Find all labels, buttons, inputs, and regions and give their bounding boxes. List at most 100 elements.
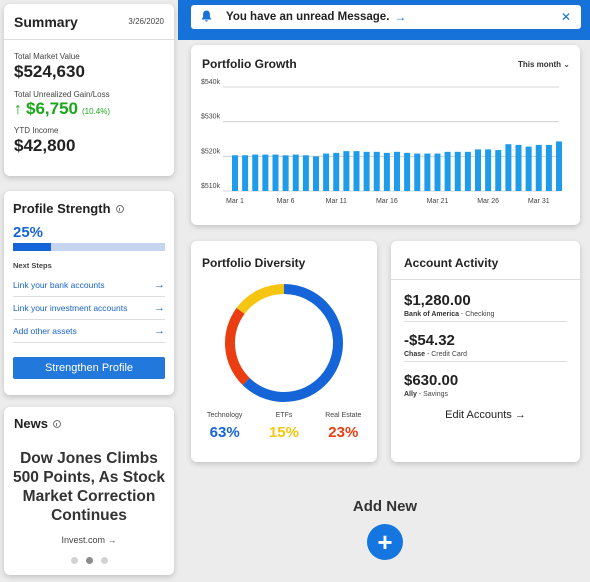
donut-slice-technology[interactable] xyxy=(242,284,343,402)
x-tick-label: Mar 31 xyxy=(528,198,550,205)
growth-bar[interactable] xyxy=(302,155,309,191)
growth-bar[interactable] xyxy=(545,144,552,191)
total-market-value-label: Total Market Value xyxy=(14,52,80,61)
growth-bar[interactable] xyxy=(424,153,431,191)
activity-title: Account Activity xyxy=(391,241,580,280)
carousel-dot-active[interactable] xyxy=(85,557,93,564)
activity-item[interactable]: -$54.32 Chase - Credit Card xyxy=(391,322,580,362)
news-card: News Dow Jones Climbs 500 Points, As Sto… xyxy=(4,407,174,575)
profile-title: Profile Strength xyxy=(13,201,111,216)
step-link-bank-accounts[interactable]: Link your bank accounts → xyxy=(13,274,165,297)
legend-name: Technology xyxy=(206,412,243,419)
growth-bar[interactable] xyxy=(454,151,461,191)
chevron-down-icon: ⌄ xyxy=(563,59,570,69)
growth-bar[interactable] xyxy=(333,152,340,191)
summary-card: Summary 3/26/2020 Total Market Value $52… xyxy=(4,4,174,176)
arrow-right-icon[interactable]: → xyxy=(394,10,406,24)
activity-account: Chase - Credit Card xyxy=(404,351,567,362)
growth-bar[interactable] xyxy=(495,150,502,191)
legend-value: 63% xyxy=(209,424,240,441)
growth-bar[interactable] xyxy=(383,152,390,191)
legend-name: Real Estate xyxy=(325,412,362,419)
growth-bar[interactable] xyxy=(242,155,249,191)
message-text: You have an unread Message. xyxy=(226,11,390,23)
activity-source: Chase xyxy=(404,351,426,358)
message-banner[interactable]: You have an unread Message. → ✕ xyxy=(191,5,581,29)
growth-bar[interactable] xyxy=(475,149,481,191)
donut-slice-real-estate[interactable] xyxy=(225,307,250,386)
add-new-label: Add New xyxy=(352,498,418,515)
profile-progress-bar xyxy=(13,243,165,251)
info-icon[interactable] xyxy=(115,204,124,213)
growth-bar[interactable] xyxy=(394,151,400,191)
portfolio-diversity-card: Portfolio Diversity Technology 63% ETFs … xyxy=(191,241,377,462)
close-icon[interactable]: ✕ xyxy=(561,10,571,24)
news-headline[interactable]: Dow Jones Climbs 500 Points, As Stock Ma… xyxy=(4,431,174,525)
step-add-other-assets[interactable]: Add other assets → xyxy=(13,320,165,343)
diversity-donut-chart xyxy=(225,284,343,402)
growth-bar[interactable] xyxy=(505,144,512,191)
x-tick-label: Mar 21 xyxy=(427,198,449,205)
activity-item[interactable]: $630.00 Ally - Savings xyxy=(391,362,580,401)
carousel-dot[interactable] xyxy=(100,557,108,564)
growth-bar[interactable] xyxy=(525,146,532,191)
growth-bar[interactable] xyxy=(313,156,319,191)
legend-technology: Technology 63% xyxy=(195,412,254,441)
news-source-link[interactable]: Invest.com → xyxy=(4,535,174,545)
diversity-title: Portfolio Diversity xyxy=(202,256,306,270)
growth-bar[interactable] xyxy=(272,154,279,191)
period-label: This month xyxy=(517,59,562,69)
activity-item[interactable]: $1,280.00 Bank of America - Checking xyxy=(391,280,580,322)
diversity-legend: Technology 63% ETFs 15% Real Estate 23% xyxy=(191,412,377,441)
growth-bar[interactable] xyxy=(373,151,380,191)
growth-bar[interactable] xyxy=(262,154,269,191)
growth-bar[interactable] xyxy=(363,151,370,191)
growth-bar[interactable] xyxy=(232,155,238,191)
growth-bar[interactable] xyxy=(515,144,522,191)
x-tick-label: Mar 16 xyxy=(376,198,398,205)
growth-bar[interactable] xyxy=(353,151,360,191)
carousel-dots xyxy=(4,557,174,564)
x-tick-label: Mar 6 xyxy=(277,198,295,205)
growth-bar[interactable] xyxy=(323,153,330,191)
growth-bar[interactable] xyxy=(282,155,289,191)
arrow-right-icon: → xyxy=(154,302,165,314)
legend-value: 15% xyxy=(268,424,299,441)
info-icon[interactable] xyxy=(52,419,61,428)
legend-real-estate: Real Estate 23% xyxy=(314,412,373,441)
growth-bar[interactable] xyxy=(292,154,299,191)
growth-bar[interactable] xyxy=(434,153,441,191)
unrealized-gain-value: $6,750 xyxy=(26,99,78,118)
add-new-button[interactable]: + xyxy=(367,524,403,560)
profile-strength-card: Profile Strength 25% Next Steps Link you… xyxy=(4,191,174,395)
growth-bar[interactable] xyxy=(485,149,492,191)
activity-type: Credit Card xyxy=(431,351,468,358)
y-tick-label: $540k xyxy=(201,79,221,86)
growth-bar[interactable] xyxy=(444,151,451,191)
legend-value: 23% xyxy=(328,424,359,441)
summary-title: Summary xyxy=(14,13,78,30)
growth-bar[interactable] xyxy=(535,144,542,191)
portfolio-growth-card: Portfolio Growth This month ⌄ $510k $520k… xyxy=(191,45,580,225)
activity-source: Ally xyxy=(404,391,417,398)
x-tick-label: Mar 26 xyxy=(477,198,499,205)
growth-bar[interactable] xyxy=(464,151,471,191)
edit-accounts-link[interactable]: Edit Accounts → xyxy=(391,409,580,421)
activity-source: Bank of America xyxy=(404,311,459,318)
activity-amount: $630.00 xyxy=(404,372,459,389)
step-label: Link your bank accounts xyxy=(13,280,105,290)
legend-name: ETFs xyxy=(275,412,293,419)
step-link-investment-accounts[interactable]: Link your investment accounts → xyxy=(13,297,165,320)
activity-amount: $1,280.00 xyxy=(404,292,471,309)
growth-bar[interactable] xyxy=(414,153,421,191)
growth-bar[interactable] xyxy=(252,154,259,191)
summary-date: 3/26/2020 xyxy=(128,17,164,26)
growth-bar[interactable] xyxy=(556,141,562,191)
period-dropdown[interactable]: This month ⌄ xyxy=(518,60,570,69)
strengthen-profile-button[interactable]: Strengthen Profile xyxy=(13,357,165,379)
carousel-dot[interactable] xyxy=(70,557,78,564)
growth-bar[interactable] xyxy=(404,152,411,191)
donut-slice-etfs[interactable] xyxy=(236,284,285,314)
growth-bar[interactable] xyxy=(343,151,350,191)
step-label: Link your investment accounts xyxy=(13,303,128,313)
